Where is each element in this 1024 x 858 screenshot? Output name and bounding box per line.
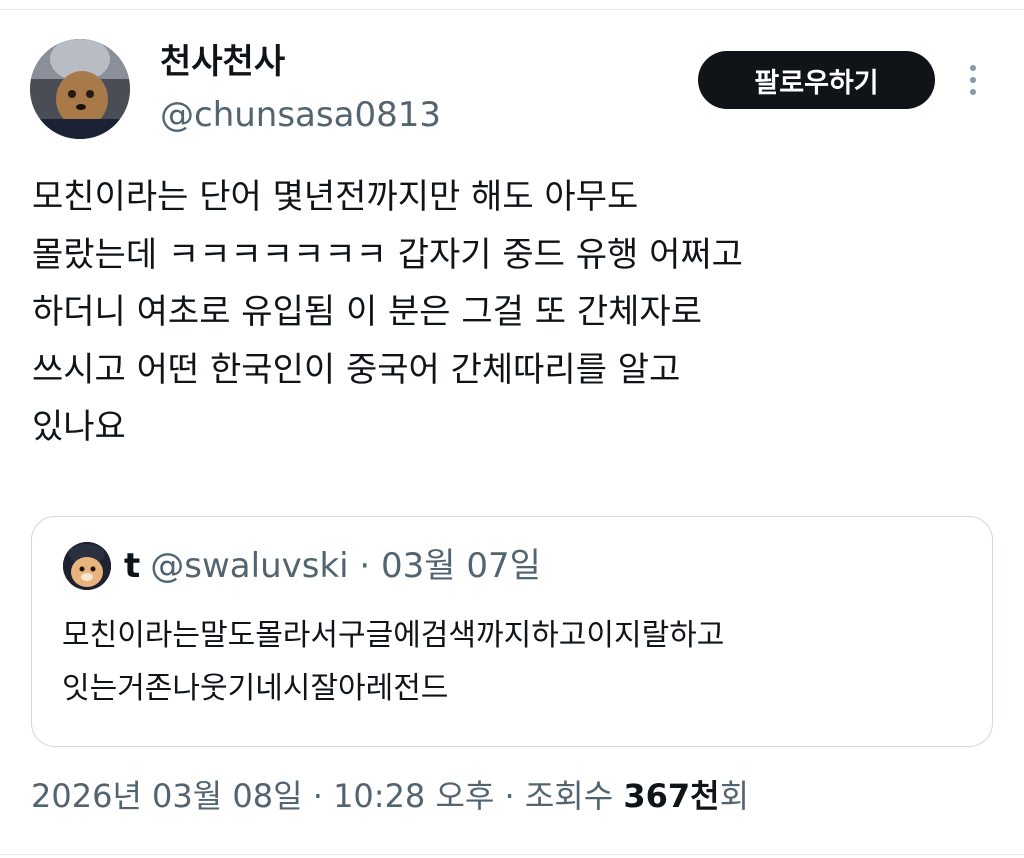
quote-author-avatar xyxy=(63,542,111,590)
quote-line: 잇는거존나웃기네시잘아레전드 xyxy=(62,671,449,706)
quoted-tweet-card[interactable]: t @swaluvski · 03월 07일 모친이라는말도몰라서구글에검색까지하… xyxy=(31,516,993,747)
metadata-separator: · xyxy=(312,777,323,815)
quote-date: 03월 07일 xyxy=(381,546,541,586)
quote-author-name: t xyxy=(124,546,141,586)
author-display-name[interactable]: 천사천사 xyxy=(160,40,285,84)
views-count: 367천 xyxy=(623,777,720,815)
author-avatar[interactable] xyxy=(30,39,130,139)
quote-text: 모친이라는말도몰라서구글에검색까지하고이지랄하고 잇는거존나웃기네시잘아레전드 xyxy=(62,609,982,715)
tweet-line: 있나요 xyxy=(32,407,126,448)
views-suffix: 회 xyxy=(719,777,750,815)
tweet-line: 하더니 여초로 유입됨 이 분은 그걸 또 간체자로 xyxy=(32,292,702,333)
quote-author-handle: @swaluvski xyxy=(150,546,349,586)
tweet-line: 모친이라는 단어 몇년전까지만 해도 아무도 xyxy=(32,177,639,217)
tweet-line: 몰랐는데 ㅋㅋㅋㅋㅋㅋㅋ 갑자기 중드 유행 어쩌고 xyxy=(32,234,743,275)
metadata-separator: · xyxy=(504,777,515,815)
quote-header: t @swaluvski · 03월 07일 xyxy=(124,543,541,589)
quote-separator: · xyxy=(359,546,371,586)
tweet-line: 쓰시고 어떤 한국인이 중국어 간체따리를 알고 xyxy=(32,349,681,390)
tweet-date: 2026년 03월 08일 xyxy=(31,777,303,815)
vertical-ellipsis-icon[interactable] xyxy=(958,60,988,100)
views-label: 조회수 xyxy=(524,777,614,815)
tweet-time: 10:28 오후 xyxy=(333,777,495,815)
quote-line: 모친이라는말도몰라서구글에검색까지하고이지랄하고 xyxy=(62,618,725,653)
bottom-divider xyxy=(0,854,1024,855)
author-handle[interactable]: @chunsasa0813 xyxy=(160,93,441,137)
top-divider xyxy=(0,9,1024,10)
tweet-text: 모친이라는 단어 몇년전까지만 해도 아무도 몰랐는데 ㅋㅋㅋㅋㅋㅋㅋ 갑자기 … xyxy=(32,169,932,457)
tweet-metadata: 2026년 03월 08일 · 10:28 오후 · 조회수 367천회 xyxy=(31,772,749,820)
follow-button[interactable]: 팔로우하기 xyxy=(698,51,935,109)
